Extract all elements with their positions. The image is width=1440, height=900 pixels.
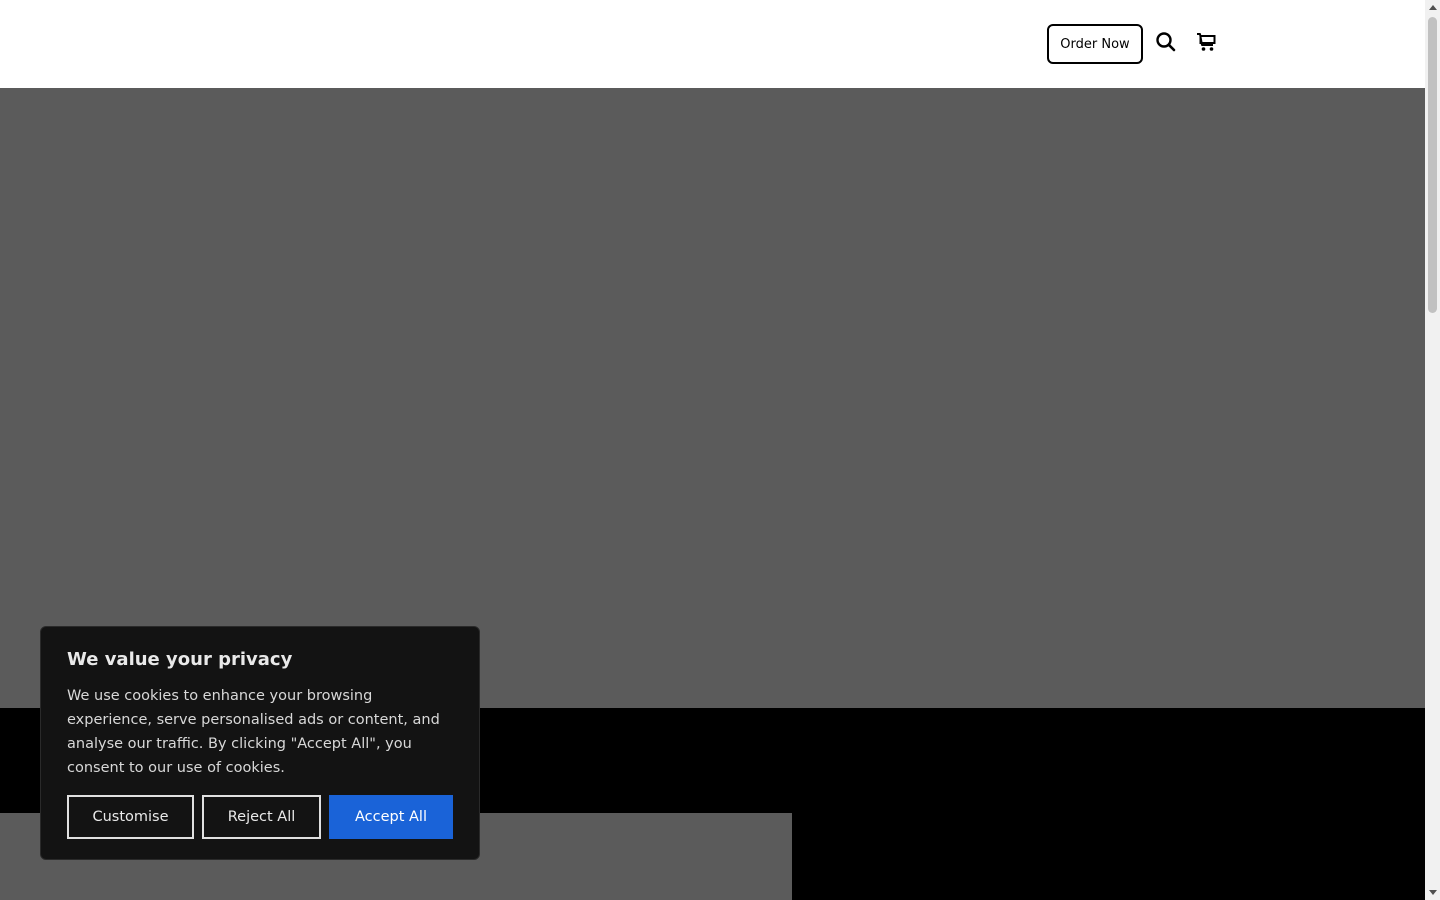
cookie-consent-banner: We value your privacy We use cookies to … [40,626,480,860]
cookie-actions: Customise Reject All Accept All [67,795,453,839]
scrollbar-thumb[interactable] [1428,17,1437,313]
cookie-banner-text: We use cookies to enhance your browsing … [67,688,440,776]
hero-image-placeholder [0,88,1425,708]
order-now-button[interactable]: Order Now [1047,24,1143,64]
scroll-up-arrow-icon[interactable] [1425,0,1440,15]
accept-all-button[interactable]: Accept All [329,795,453,839]
reject-all-button[interactable]: Reject All [202,795,321,839]
vertical-scrollbar[interactable] [1425,0,1440,900]
cart-icon[interactable] [1195,31,1217,53]
customise-button[interactable]: Customise [67,795,194,839]
search-icon[interactable] [1155,31,1177,53]
site-header: Order Now [0,0,1425,88]
scroll-down-arrow-icon[interactable] [1425,885,1440,900]
cookie-banner-title: We value your privacy [67,649,293,670]
